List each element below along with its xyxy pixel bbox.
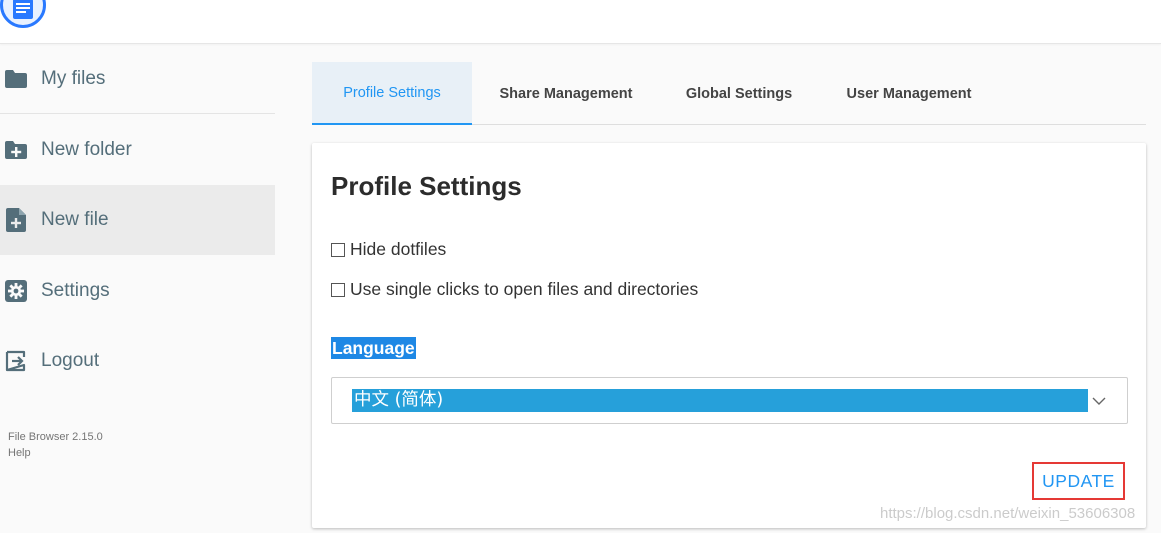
help-link[interactable]: Help <box>8 445 103 461</box>
version-link[interactable]: File Browser 2.15.0 <box>8 429 103 445</box>
credits: File Browser 2.15.0 Help <box>8 429 103 461</box>
hide-dotfiles-option[interactable]: Hide dotfiles <box>331 239 446 260</box>
folder-icon <box>4 67 28 91</box>
sidebar-item-label: Logout <box>41 350 100 371</box>
tab-share-management[interactable]: Share Management <box>472 62 660 125</box>
sidebar-item-new-folder[interactable]: New folder <box>0 115 275 185</box>
profile-settings-card: Profile Settings Hide dotfiles Use singl… <box>312 143 1146 528</box>
sidebar-item-logout[interactable]: Logout <box>0 326 275 396</box>
sidebar-item-label: New file <box>41 209 109 230</box>
language-select[interactable]: 中文 (简体) <box>331 377 1128 424</box>
hide-dotfiles-checkbox[interactable] <box>331 242 345 257</box>
single-click-option[interactable]: Use single clicks to open files and dire… <box>331 279 698 300</box>
tab-profile-settings[interactable]: Profile Settings <box>312 62 472 125</box>
chevron-down-icon <box>1092 397 1106 405</box>
sidebar-item-settings[interactable]: Settings <box>0 256 275 326</box>
tab-global-settings[interactable]: Global Settings <box>660 62 818 125</box>
tab-user-management[interactable]: User Management <box>818 62 1000 125</box>
sidebar-item-new-file[interactable]: New file <box>0 185 275 255</box>
language-label: Language <box>331 337 416 359</box>
gear-icon <box>4 279 28 303</box>
update-button[interactable]: UPDATE <box>1032 462 1125 500</box>
sidebar-item-label: New folder <box>41 139 132 160</box>
sidebar-item-label: My files <box>41 67 106 89</box>
app-logo[interactable] <box>0 0 46 28</box>
sidebar: My files New folder New file Settings Lo… <box>0 44 275 533</box>
sidebar-item-label: Settings <box>41 280 110 301</box>
logout-icon <box>4 349 28 373</box>
create-folder-icon <box>4 138 28 162</box>
card-title: Profile Settings <box>331 171 522 201</box>
hide-dotfiles-label: Hide dotfiles <box>350 239 447 259</box>
language-selected-value: 中文 (简体) <box>352 389 1088 412</box>
sidebar-item-my-files[interactable]: My files <box>0 44 275 114</box>
single-click-label: Use single clicks to open files and dire… <box>350 279 699 299</box>
settings-tabs: Profile Settings Share Management Global… <box>312 62 1146 125</box>
note-add-icon <box>4 208 28 232</box>
logo-document-icon <box>13 0 33 19</box>
single-click-checkbox[interactable] <box>331 282 345 297</box>
top-header <box>0 0 1161 44</box>
